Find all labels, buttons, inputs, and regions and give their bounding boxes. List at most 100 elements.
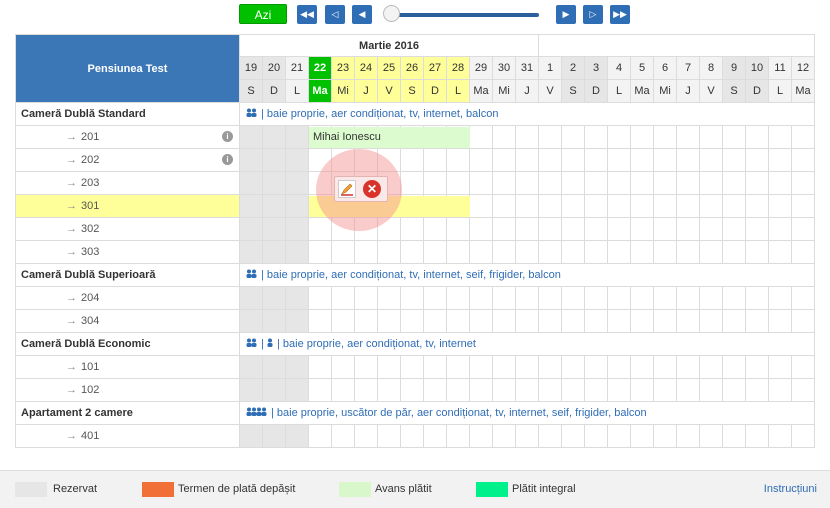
day-cell[interactable] <box>745 217 769 241</box>
day-cell[interactable] <box>699 171 723 195</box>
day-cell[interactable] <box>492 378 516 402</box>
day-cell[interactable] <box>285 125 309 149</box>
day-cell[interactable] <box>377 424 401 448</box>
day-cell[interactable] <box>607 286 631 310</box>
day-cell[interactable] <box>676 125 700 149</box>
day-cell[interactable] <box>561 309 585 333</box>
day-cell[interactable] <box>469 148 493 172</box>
day-cell[interactable] <box>653 217 677 241</box>
day-cell[interactable] <box>676 217 700 241</box>
day-cell[interactable] <box>768 286 792 310</box>
day-cell[interactable] <box>469 286 493 310</box>
day-cell[interactable] <box>446 171 470 195</box>
day-cell[interactable] <box>492 125 516 149</box>
day-cell[interactable] <box>676 286 700 310</box>
day-cell[interactable] <box>607 148 631 172</box>
day-cell[interactable] <box>423 240 447 264</box>
day-cell[interactable] <box>377 286 401 310</box>
day-cell[interactable] <box>745 309 769 333</box>
day-cell[interactable] <box>699 378 723 402</box>
day-cell[interactable] <box>768 125 792 149</box>
day-cell[interactable] <box>653 378 677 402</box>
date-slider-handle[interactable] <box>383 5 400 22</box>
day-cell[interactable] <box>699 286 723 310</box>
day-cell[interactable] <box>446 424 470 448</box>
day-cell[interactable] <box>262 378 286 402</box>
day-cell[interactable] <box>308 355 332 379</box>
room-name[interactable]: → 201 i <box>15 125 240 149</box>
day-cell[interactable] <box>515 286 539 310</box>
day-cell[interactable] <box>607 194 631 218</box>
day-cell[interactable] <box>699 125 723 149</box>
day-cell[interactable] <box>722 378 746 402</box>
day-cell[interactable] <box>285 217 309 241</box>
day-cell[interactable] <box>561 171 585 195</box>
day-cell[interactable] <box>790 125 816 149</box>
day-cell[interactable] <box>285 355 309 379</box>
fast-back-button[interactable]: ◀◀ <box>297 5 317 24</box>
day-cell[interactable] <box>676 309 700 333</box>
day-cell[interactable] <box>630 217 654 241</box>
day-cell[interactable] <box>262 194 286 218</box>
room-name[interactable]: → 203 <box>15 171 240 195</box>
day-cell[interactable] <box>630 125 654 149</box>
day-cell[interactable] <box>400 240 424 264</box>
day-cell[interactable] <box>630 424 654 448</box>
day-cell[interactable] <box>653 309 677 333</box>
day-cell[interactable] <box>400 171 424 195</box>
day-cell[interactable] <box>446 355 470 379</box>
day-cell[interactable] <box>561 378 585 402</box>
day-cell[interactable] <box>607 240 631 264</box>
day-cell[interactable] <box>400 217 424 241</box>
day-cell[interactable] <box>423 217 447 241</box>
day-cell[interactable] <box>492 148 516 172</box>
day-cell[interactable] <box>768 217 792 241</box>
day-cell[interactable] <box>446 148 470 172</box>
day-cell[interactable] <box>239 355 263 379</box>
day-cell[interactable] <box>423 148 447 172</box>
day-cell[interactable] <box>607 171 631 195</box>
room-name[interactable]: → 101 <box>15 355 240 379</box>
day-cell[interactable] <box>584 286 608 310</box>
day-cell[interactable] <box>423 171 447 195</box>
day-cell[interactable] <box>722 309 746 333</box>
day-cell[interactable] <box>561 424 585 448</box>
room-name[interactable]: → 303 <box>15 240 240 264</box>
day-cell[interactable] <box>239 424 263 448</box>
day-cell[interactable] <box>699 194 723 218</box>
day-cell[interactable] <box>469 240 493 264</box>
day-cell[interactable] <box>745 378 769 402</box>
day-cell[interactable] <box>285 171 309 195</box>
day-cell[interactable] <box>768 424 792 448</box>
day-cell[interactable] <box>722 355 746 379</box>
edit-icon[interactable] <box>338 180 356 198</box>
day-cell[interactable] <box>676 424 700 448</box>
day-cell[interactable] <box>239 171 263 195</box>
day-cell[interactable] <box>630 286 654 310</box>
day-cell[interactable] <box>354 378 378 402</box>
day-cell[interactable] <box>446 217 470 241</box>
day-cell[interactable] <box>308 424 332 448</box>
day-cell[interactable] <box>515 194 539 218</box>
day-cell[interactable] <box>400 309 424 333</box>
day-cell[interactable] <box>790 240 816 264</box>
day-cell[interactable] <box>653 286 677 310</box>
day-cell[interactable] <box>262 171 286 195</box>
day-cell[interactable] <box>377 355 401 379</box>
day-cell[interactable] <box>607 125 631 149</box>
day-cell[interactable] <box>584 171 608 195</box>
day-cell[interactable] <box>262 309 286 333</box>
day-cell[interactable] <box>285 148 309 172</box>
day-cell[interactable] <box>492 171 516 195</box>
back-button[interactable]: ◀ <box>352 5 372 24</box>
day-cell[interactable] <box>722 286 746 310</box>
day-cell[interactable] <box>354 240 378 264</box>
day-cell[interactable] <box>515 217 539 241</box>
day-cell[interactable] <box>446 240 470 264</box>
room-name[interactable]: → 204 <box>15 286 240 310</box>
day-cell[interactable] <box>423 286 447 310</box>
day-cell[interactable] <box>768 194 792 218</box>
info-icon[interactable]: i <box>222 154 233 165</box>
day-cell[interactable] <box>492 286 516 310</box>
day-cell[interactable] <box>400 424 424 448</box>
